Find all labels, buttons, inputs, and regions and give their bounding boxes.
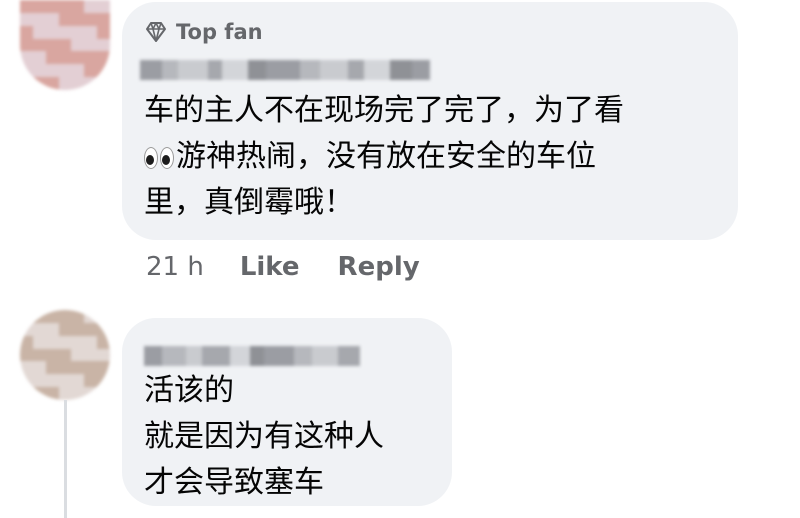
- comment-line: 活该的: [144, 373, 234, 408]
- reply-thread-line: [64, 400, 67, 518]
- eye-left: [144, 147, 158, 169]
- comment-actions: 21 h Like Reply: [146, 252, 458, 282]
- author-name[interactable]: [140, 60, 430, 80]
- comment-text: 车的主人不在现场完了完了，为了看 游神热闹，没有放在安全的车位 里，真倒霉哦！: [144, 88, 624, 226]
- badge-label: Top fan: [176, 20, 263, 44]
- comment-line: 车的主人不在现场完了完了，为了看: [144, 93, 624, 128]
- author-name[interactable]: [144, 346, 360, 366]
- comment-bubble: 活该的 就是因为有这种人 才会导致塞车: [122, 318, 452, 506]
- reply-button[interactable]: Reply: [338, 252, 420, 282]
- comment-line: 游神热闹，没有放在安全的车位: [176, 139, 596, 174]
- comment-line: 才会导致塞车: [144, 465, 324, 500]
- like-button[interactable]: Like: [240, 252, 300, 282]
- diamond-icon: [146, 22, 166, 42]
- comment-timestamp[interactable]: 21 h: [146, 252, 204, 282]
- comment-text: 活该的 就是因为有这种人 才会导致塞车: [144, 368, 384, 506]
- comment-line: 里，真倒霉哦！: [144, 185, 354, 220]
- comment-bubble: Top fan 车的主人不在现场完了完了，为了看 游神热闹，没有放在安全的车位 …: [122, 2, 738, 240]
- eye-right: [160, 147, 174, 169]
- avatar[interactable]: [20, 310, 110, 400]
- avatar[interactable]: [20, 0, 110, 90]
- comment-line: 就是因为有这种人: [144, 419, 384, 454]
- eyes-emoji-icon: [144, 147, 174, 169]
- top-fan-badge: Top fan: [144, 20, 263, 44]
